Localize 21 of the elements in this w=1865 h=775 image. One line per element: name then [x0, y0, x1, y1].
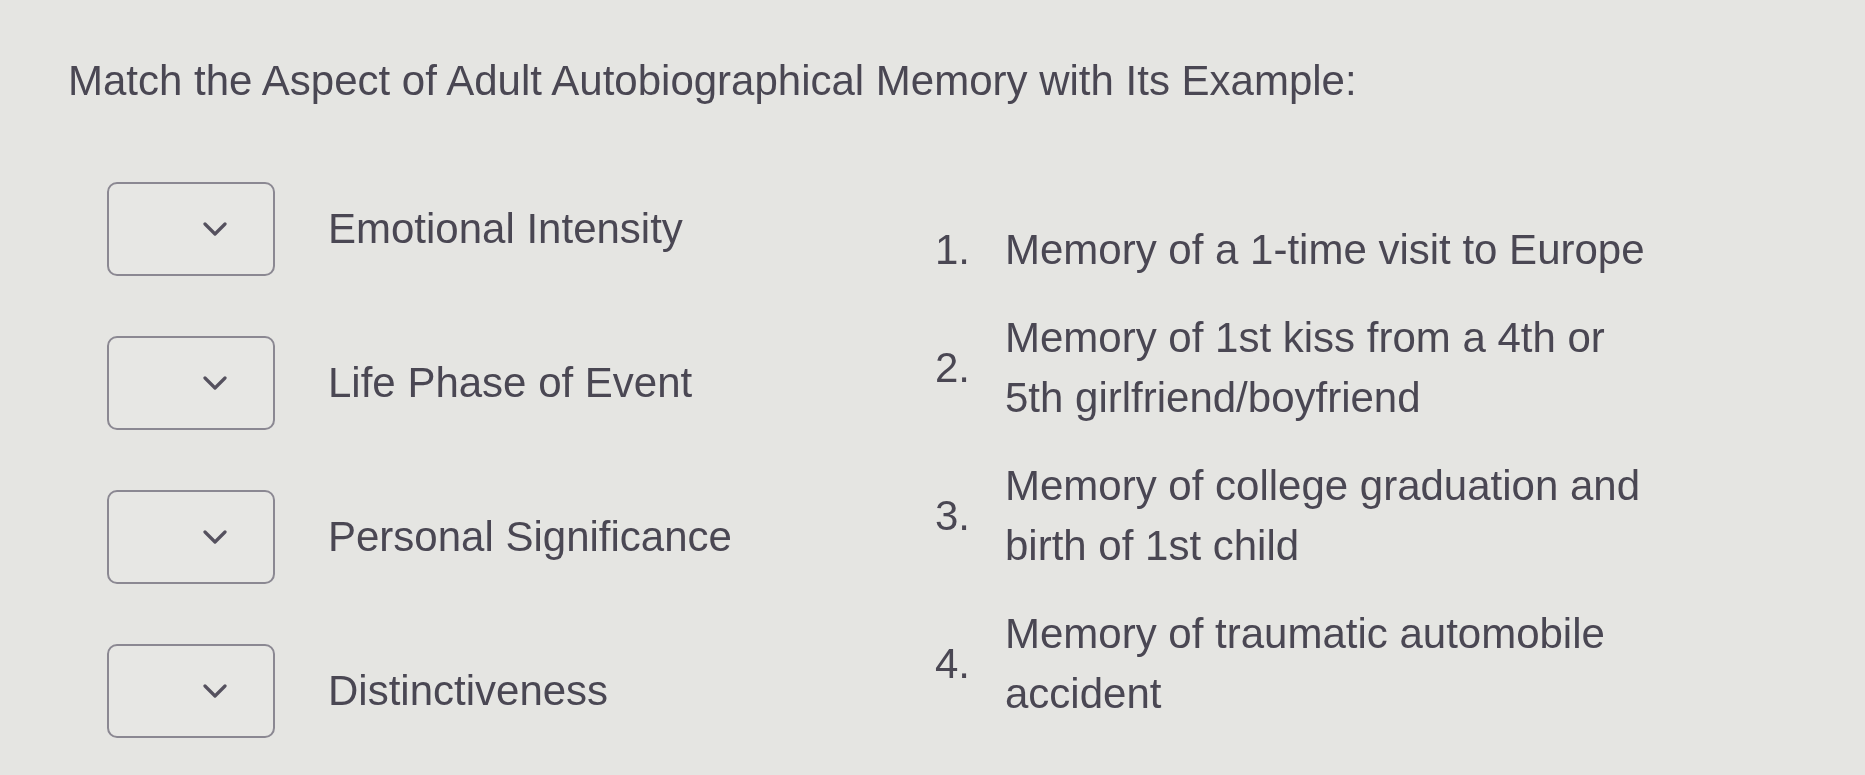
- aspect-label: Distinctiveness: [328, 666, 609, 716]
- list-number: 1.: [935, 226, 971, 273]
- dropdown-select[interactable]: [107, 336, 275, 430]
- list-number: 3.: [935, 492, 971, 539]
- list-number: 2.: [935, 344, 971, 391]
- question-prompt: Match the Aspect of Adult Autobiographical Memory with Its Example:: [68, 56, 1357, 106]
- aspect-label: Personal Significance: [328, 512, 732, 562]
- example-text: Memory of 1st kiss from a 4th or 5th girlfriend/boyfriend: [1005, 313, 1606, 423]
- chevron-down-icon: [203, 222, 227, 236]
- aspect-label: Life Phase of Event: [328, 358, 693, 408]
- list-number: 4.: [935, 640, 971, 687]
- chevron-down-icon: [203, 530, 227, 544]
- example-text: Memory of college graduation and birth of 1st child: [1005, 461, 1642, 571]
- chevron-down-icon: [203, 684, 227, 698]
- dropdown-select[interactable]: [107, 490, 275, 584]
- dropdown-select[interactable]: [107, 644, 275, 738]
- chevron-down-icon: [203, 376, 227, 390]
- example-text: Memory of traumatic automobile accident: [1005, 609, 1606, 719]
- dropdown-select[interactable]: [107, 182, 275, 276]
- example-text: Memory of a 1-time visit to Europe: [1005, 225, 1646, 275]
- aspect-label: Emotional Intensity: [328, 204, 683, 254]
